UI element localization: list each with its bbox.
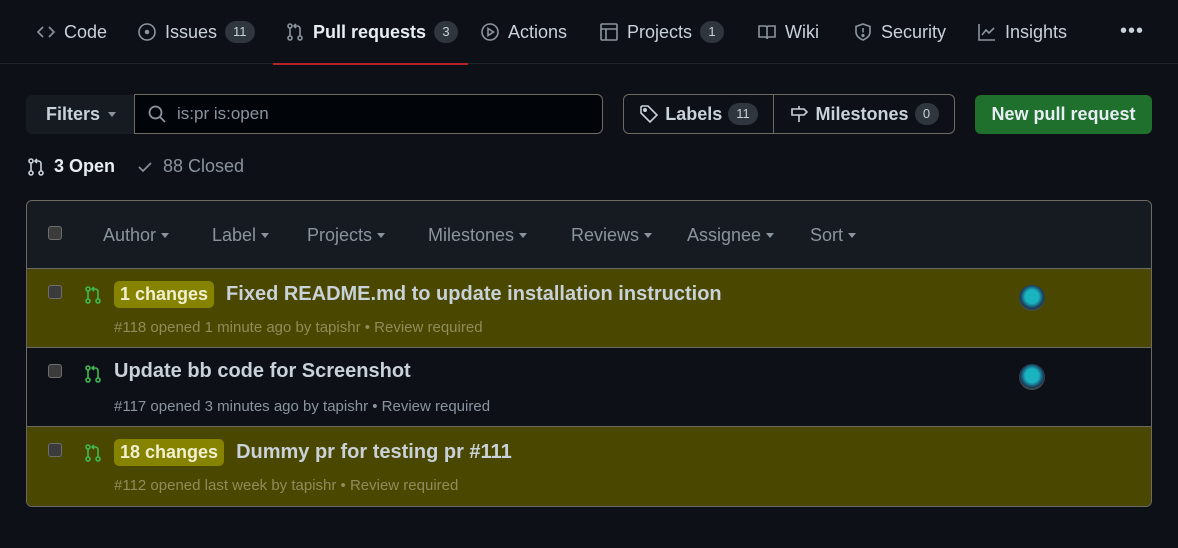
pull-request-icon: [287, 23, 303, 41]
chevron-down-icon: [161, 233, 170, 238]
tab-issues[interactable]: Issues 11: [137, 0, 255, 64]
new-pull-request-button[interactable]: New pull request: [975, 95, 1152, 134]
sort-filter[interactable]: Sort: [810, 225, 857, 246]
open-count: 3 Open: [54, 156, 116, 176]
code-icon: [36, 26, 56, 38]
chevron-down-icon: [766, 233, 775, 238]
pull-request-list: Author Label Projects Milestones Reviews…: [26, 200, 1152, 507]
changes-badge: 1 changes: [114, 281, 215, 308]
row-checkbox[interactable]: [48, 285, 62, 299]
tab-actions[interactable]: Actions: [480, 0, 567, 64]
graph-icon: [978, 24, 995, 41]
labels-counter: 11: [728, 103, 758, 125]
chevron-down-icon: [644, 233, 653, 238]
open-pull-request-icon: [85, 444, 101, 462]
tab-projects-label: Projects: [627, 21, 693, 42]
row-checkbox[interactable]: [48, 443, 62, 457]
chevron-down-icon: [108, 112, 117, 117]
avatar[interactable]: [1019, 285, 1045, 311]
shield-icon: [855, 23, 871, 41]
pr-title-link[interactable]: Update bb code for Screenshot: [114, 360, 411, 383]
milestones-label: Milestones: [815, 103, 909, 124]
issue-icon: [138, 23, 156, 41]
tab-wiki-label: Wiki: [785, 21, 819, 42]
chevron-down-icon: [519, 233, 528, 238]
milestones-filter[interactable]: Milestones: [428, 225, 528, 246]
table-row: Update bb code for Screenshot #117 opene…: [27, 348, 1151, 427]
tab-actions-label: Actions: [508, 21, 568, 42]
search-input[interactable]: [177, 104, 577, 124]
projects-filter-label: Projects: [307, 225, 373, 245]
issues-counter: 11: [225, 21, 255, 43]
repo-nav: Code Issues 11 Pull requests 3 Actions P…: [0, 0, 1178, 65]
title-line: Update bb code for Screenshot: [114, 360, 411, 383]
reviews-filter[interactable]: Reviews: [571, 225, 653, 246]
tab-pull-requests-label: Pull requests: [313, 21, 427, 42]
tab-insights-label: Insights: [1005, 21, 1068, 42]
book-icon: [758, 25, 776, 40]
tab-projects[interactable]: Projects 1: [599, 0, 725, 64]
author-filter[interactable]: Author: [103, 225, 170, 246]
avatar[interactable]: [1019, 364, 1045, 390]
label-filter-label: Label: [212, 225, 257, 245]
tab-code[interactable]: Code: [36, 0, 107, 64]
reviews-filter-label: Reviews: [571, 225, 640, 245]
projects-filter[interactable]: Projects: [307, 225, 386, 246]
open-pull-request-icon: [85, 365, 101, 383]
milestones-button[interactable]: Milestones 0: [774, 95, 954, 133]
table-row: 1 changes Fixed README.md to update inst…: [27, 269, 1151, 348]
assignee-filter-label: Assignee: [687, 225, 762, 245]
title-line: 18 changes Dummy pr for testing pr #111: [114, 439, 512, 466]
closed-count: 88 Closed: [163, 156, 245, 176]
play-icon: [481, 23, 499, 41]
pr-meta: #112 opened last week by tapishr • Revie…: [114, 477, 459, 494]
milestone-icon: [791, 106, 809, 122]
open-filter[interactable]: 3 Open: [26, 156, 115, 177]
pr-title-link[interactable]: Dummy pr for testing pr #111: [236, 441, 512, 464]
tab-security-label: Security: [881, 21, 947, 42]
table-row: 18 changes Dummy pr for testing pr #111 …: [27, 427, 1151, 506]
check-icon: [138, 161, 152, 172]
chevron-down-icon: [848, 233, 857, 238]
tab-security[interactable]: Security: [853, 0, 946, 64]
list-header: Author Label Projects Milestones Reviews…: [27, 201, 1151, 269]
more-options-icon[interactable]: •••: [1120, 20, 1144, 43]
chevron-down-icon: [377, 233, 386, 238]
assignee-filter[interactable]: Assignee: [687, 225, 775, 246]
changes-badge: 18 changes: [114, 439, 225, 466]
milestones-filter-label: Milestones: [428, 225, 515, 245]
pr-meta: #117 opened 3 minutes ago by tapishr • R…: [114, 398, 491, 415]
pull-request-icon: [28, 157, 44, 176]
labels-label: Labels: [665, 103, 723, 124]
table-icon: [600, 23, 618, 41]
row-checkbox[interactable]: [48, 364, 62, 378]
tab-wiki[interactable]: Wiki: [757, 0, 819, 64]
tab-code-label: Code: [64, 21, 108, 42]
labels-milestones-group: Labels 11 Milestones 0: [623, 94, 955, 134]
tag-icon: [640, 105, 659, 124]
state-toggle: 3 Open 88 Closed: [26, 156, 244, 177]
author-filter-label: Author: [103, 225, 157, 245]
pr-title-link[interactable]: Fixed README.md to update installation i…: [226, 283, 722, 306]
chevron-down-icon: [261, 233, 270, 238]
milestones-counter: 0: [914, 103, 939, 125]
tab-pull-requests[interactable]: Pull requests 3: [272, 0, 469, 65]
filters-label: Filters: [45, 104, 101, 124]
closed-filter[interactable]: 88 Closed: [135, 156, 244, 177]
search-box: [134, 94, 603, 134]
label-filter[interactable]: Label: [212, 225, 270, 246]
projects-counter: 1: [700, 21, 725, 43]
pull-requests-counter: 3: [434, 21, 459, 43]
filters-button[interactable]: Filters: [26, 95, 136, 134]
pr-meta: #118 opened 1 minute ago by tapishr • Re…: [114, 319, 483, 336]
tab-insights[interactable]: Insights: [977, 0, 1067, 64]
sort-filter-label: Sort: [810, 225, 844, 245]
search-icon: [148, 105, 166, 123]
labels-button[interactable]: Labels 11: [624, 95, 774, 133]
tab-issues-label: Issues: [165, 21, 218, 42]
select-all-checkbox[interactable]: [48, 226, 62, 240]
open-pull-request-icon: [85, 286, 101, 304]
title-line: 1 changes Fixed README.md to update inst…: [114, 281, 722, 308]
